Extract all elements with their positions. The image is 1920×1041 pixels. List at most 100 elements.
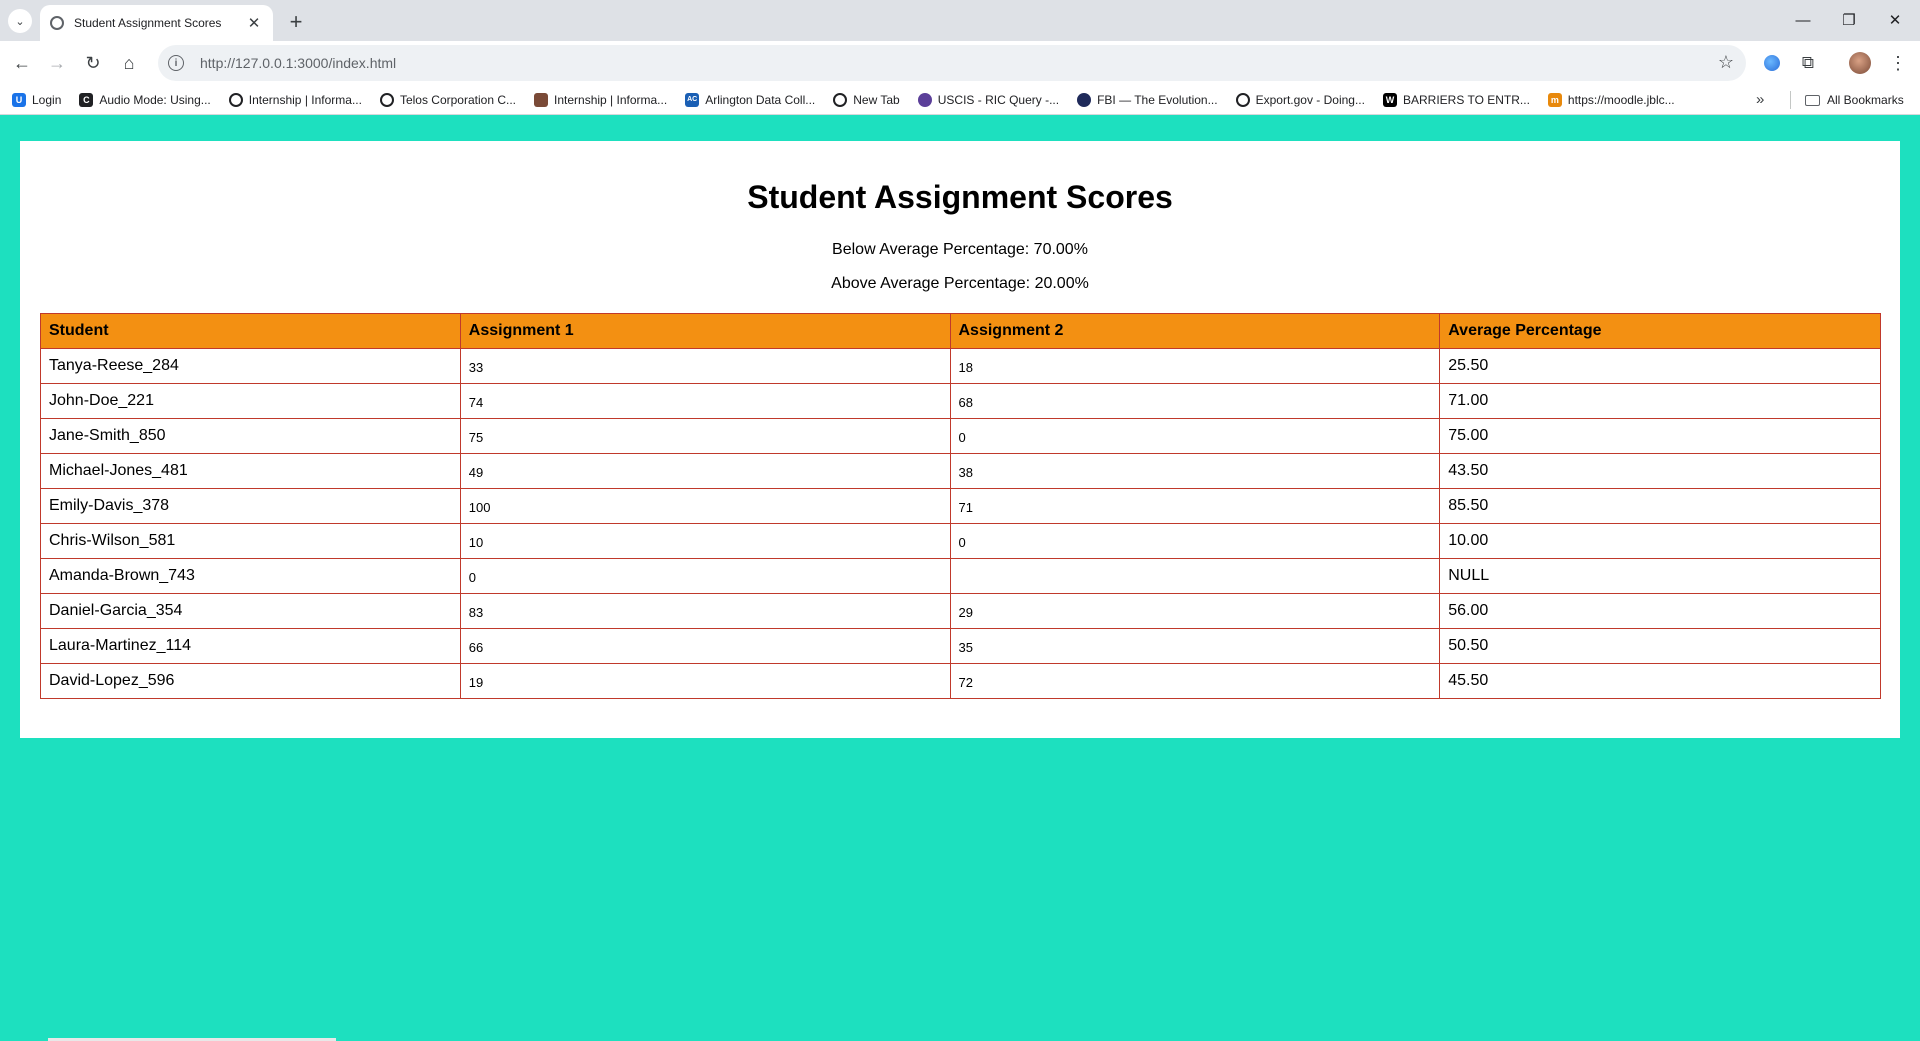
cell-assignment-2: 72 bbox=[949, 663, 1441, 699]
all-bookmarks-button[interactable]: All Bookmarks bbox=[1805, 85, 1904, 115]
bookmark-item[interactable]: C Audio Mode: Using... bbox=[79, 92, 211, 107]
back-arrow-icon[interactable]: ← bbox=[7, 48, 37, 78]
w-favicon-icon: W bbox=[1382, 92, 1397, 107]
bookmark-item[interactable]: AC Arlington Data Coll... bbox=[685, 92, 816, 107]
cell-average-percentage: 50.50 bbox=[1439, 628, 1881, 664]
tab-search-chevron-icon[interactable]: ⌄ bbox=[8, 9, 32, 33]
cell-assignment-2: 18 bbox=[949, 348, 1441, 384]
login-favicon-icon: U bbox=[12, 92, 26, 107]
cell-assignment-1: 75 bbox=[459, 418, 951, 454]
cell-average-percentage: 71.00 bbox=[1439, 383, 1881, 419]
bookmark-item[interactable]: FBI — The Evolution... bbox=[1077, 92, 1218, 107]
bookmarks-bar: U Login C Audio Mode: Using... Internship … bbox=[0, 85, 1920, 115]
table-row: Tanya-Reese_284 33 18 25.50 bbox=[40, 348, 1881, 384]
cell-assignment-1: 83 bbox=[459, 593, 951, 629]
new-tab-plus-icon[interactable]: + bbox=[282, 8, 310, 36]
menu-kebab-icon[interactable]: ⋮ bbox=[1886, 51, 1910, 75]
site-info-icon[interactable]: i bbox=[168, 55, 184, 71]
cell-assignment-2: 38 bbox=[949, 453, 1441, 489]
bookmark-item[interactable]: Internship | Informa... bbox=[534, 92, 668, 107]
cell-assignment-1: 33 bbox=[459, 348, 951, 384]
cell-student: Jane-Smith_850 bbox=[40, 418, 461, 454]
cell-assignment-2: 68 bbox=[949, 383, 1441, 419]
bookmark-item[interactable]: m https://moodle.jblc... bbox=[1547, 92, 1675, 107]
cell-assignment-2: 0 bbox=[949, 523, 1441, 559]
bookmark-label: Arlington Data Coll... bbox=[705, 92, 816, 107]
bookmark-label: Export.gov - Doing... bbox=[1255, 92, 1365, 107]
cell-assignment-1: 49 bbox=[459, 453, 951, 489]
briefcase-icon bbox=[534, 92, 549, 107]
tab-title: Student Assignment Scores bbox=[74, 16, 222, 30]
close-window-icon[interactable]: ✕ bbox=[1872, 6, 1918, 34]
table-body: Tanya-Reese_284 33 18 25.50 John-Doe_221 74 68… bbox=[40, 348, 1881, 699]
extension-icon[interactable] bbox=[1760, 51, 1784, 75]
bookmark-label: Internship | Informa... bbox=[554, 92, 668, 107]
cell-student: Laura-Martinez_114 bbox=[40, 628, 461, 664]
bookmark-label: https://moodle.jblc... bbox=[1567, 92, 1675, 107]
arlington-favicon-icon: AC bbox=[685, 92, 700, 107]
table-row: Michael-Jones_481 49 38 43.50 bbox=[40, 453, 1881, 489]
bookmark-label: Telos Corporation C... bbox=[399, 92, 517, 107]
bookmark-item[interactable]: Internship | Informa... bbox=[228, 92, 362, 107]
more-bookmarks-chevron-icon[interactable]: » bbox=[1756, 91, 1764, 108]
url-text[interactable]: http://127.0.0.1:3000/index.html bbox=[200, 55, 396, 71]
extensions-puzzle-icon[interactable]: ⧉ bbox=[1796, 51, 1820, 75]
cell-student: John-Doe_221 bbox=[40, 383, 461, 419]
bookmark-item[interactable]: U Login bbox=[12, 92, 62, 107]
table-row: Laura-Martinez_114 66 35 50.50 bbox=[40, 628, 1881, 664]
cell-assignment-1: 66 bbox=[459, 628, 951, 664]
bookmark-label: FBI — The Evolution... bbox=[1097, 92, 1218, 107]
uscis-favicon-icon bbox=[917, 92, 932, 107]
header-average-percentage: Average Percentage bbox=[1439, 313, 1881, 349]
table-row: Chris-Wilson_581 10 0 10.00 bbox=[40, 523, 1881, 559]
folder-icon bbox=[1805, 94, 1820, 106]
bookmark-label: New Tab bbox=[853, 92, 900, 107]
below-average-percentage: Below Average Percentage: 70.00% bbox=[832, 241, 1088, 258]
bookmark-item[interactable]: USCIS - RIC Query -... bbox=[917, 92, 1060, 107]
bookmark-label: Login bbox=[32, 92, 62, 107]
forward-arrow-icon[interactable]: → bbox=[42, 48, 72, 78]
address-bar[interactable]: i http://127.0.0.1:3000/index.html ☆ bbox=[158, 45, 1746, 81]
home-icon[interactable]: ⌂ bbox=[114, 48, 144, 78]
cell-assignment-1: 100 bbox=[459, 488, 951, 524]
bookmark-item[interactable]: New Tab bbox=[833, 92, 900, 107]
bookmark-label: Internship | Informa... bbox=[248, 92, 362, 107]
header-student: Student bbox=[40, 313, 461, 349]
cell-student: Michael-Jones_481 bbox=[40, 453, 461, 489]
bookmark-item[interactable]: Export.gov - Doing... bbox=[1235, 92, 1365, 107]
cell-student: Chris-Wilson_581 bbox=[40, 523, 461, 559]
table-header-row: Student Assignment 1 Assignment 2 Averag… bbox=[40, 313, 1881, 349]
cell-student: Amanda-Brown_743 bbox=[40, 558, 461, 594]
cell-assignment-2: 0 bbox=[949, 418, 1441, 454]
header-assignment-1: Assignment 1 bbox=[459, 313, 951, 349]
cell-average-percentage: 25.50 bbox=[1439, 348, 1881, 384]
globe-icon bbox=[228, 92, 243, 107]
restore-icon[interactable]: ❐ bbox=[1826, 6, 1872, 34]
bookmark-star-icon[interactable]: ☆ bbox=[1718, 52, 1734, 73]
bookmark-label: Audio Mode: Using... bbox=[99, 92, 211, 107]
cell-assignment-1: 10 bbox=[459, 523, 951, 559]
active-tab[interactable]: Student Assignment Scores ✕ bbox=[40, 5, 273, 41]
cell-average-percentage: 56.00 bbox=[1439, 593, 1881, 629]
table-row: Jane-Smith_850 75 0 75.00 bbox=[40, 418, 1881, 454]
bookmark-item[interactable]: W BARRIERS TO ENTR... bbox=[1382, 92, 1530, 107]
cell-average-percentage: 75.00 bbox=[1439, 418, 1881, 454]
minimize-icon[interactable]: — bbox=[1780, 6, 1826, 34]
table-row: John-Doe_221 74 68 71.00 bbox=[40, 383, 1881, 419]
bookmark-label: USCIS - RIC Query -... bbox=[937, 92, 1060, 107]
cell-assignment-2 bbox=[949, 558, 1441, 594]
table-row: Amanda-Brown_743 0 NULL bbox=[40, 558, 1881, 594]
bookmark-item[interactable]: Telos Corporation C... bbox=[379, 92, 517, 107]
browser-toolbar: ← → ↻ ⌂ i http://127.0.0.1:3000/index.ht… bbox=[0, 41, 1920, 85]
close-tab-icon[interactable]: ✕ bbox=[245, 14, 263, 32]
table-row: Daniel-Garcia_354 83 29 56.00 bbox=[40, 593, 1881, 629]
cell-average-percentage: 43.50 bbox=[1439, 453, 1881, 489]
cell-average-percentage: NULL bbox=[1439, 558, 1881, 594]
cell-assignment-2: 29 bbox=[949, 593, 1441, 629]
audio-favicon-icon: C bbox=[79, 92, 94, 107]
reload-icon[interactable]: ↻ bbox=[78, 48, 108, 78]
cell-assignment-2: 35 bbox=[949, 628, 1441, 664]
cell-assignment-1: 0 bbox=[459, 558, 951, 594]
profile-avatar[interactable] bbox=[1848, 51, 1872, 75]
above-average-percentage: Above Average Percentage: 20.00% bbox=[831, 275, 1089, 292]
